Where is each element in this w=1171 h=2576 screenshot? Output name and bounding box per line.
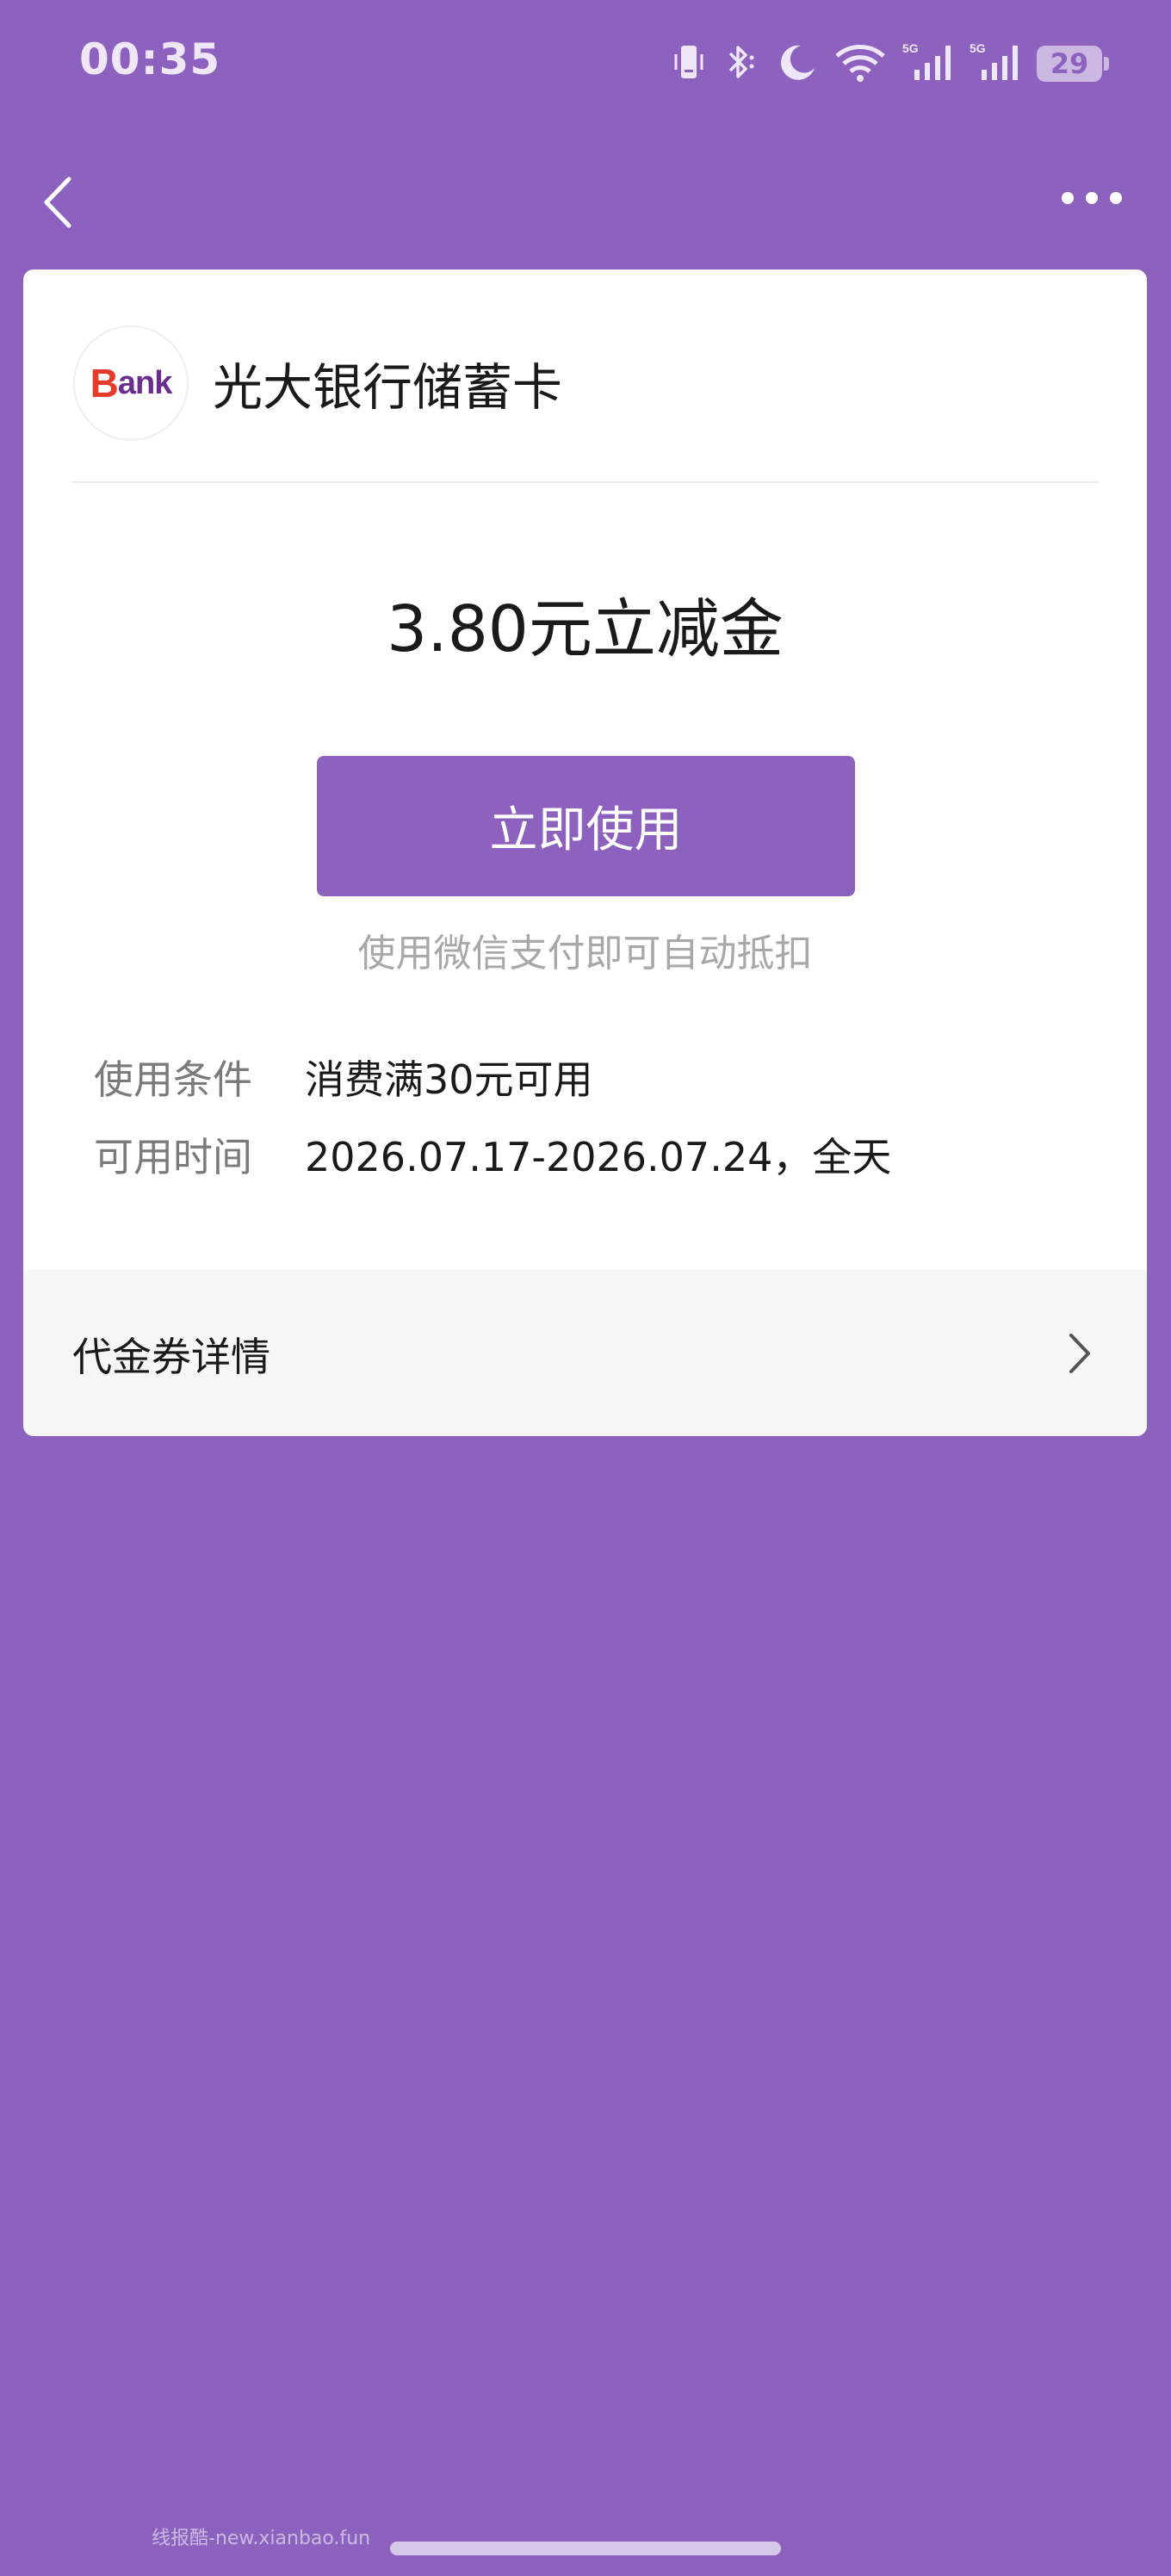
home-indicator[interactable]: [390, 2542, 781, 2555]
usage-condition-value: 消费满30元可用: [305, 1056, 593, 1103]
more-button[interactable]: [1057, 172, 1126, 224]
valid-time-value: 2026.07.17-2026.07.24，全天: [305, 1134, 892, 1180]
moon-icon: [775, 40, 818, 87]
signal-5g-label: 5G: [970, 41, 986, 55]
bank-logo-letter: B: [90, 361, 119, 406]
watermark: 线报酷-new.xianbao.fun: [152, 2528, 371, 2549]
chevron-left-icon: [44, 176, 71, 228]
vibrate-icon: [672, 40, 706, 87]
bluetooth-icon: [722, 40, 759, 87]
coupon-details-label: 代金券详情: [72, 1334, 270, 1380]
use-now-button[interactable]: 立即使用: [317, 756, 855, 896]
usage-condition-row: 使用条件 消费满30元可用: [94, 1049, 593, 1105]
status-icons: 5G 5G 29: [672, 38, 1109, 90]
more-dots-icon: [1062, 192, 1122, 204]
usage-condition-label: 使用条件: [94, 1056, 252, 1103]
coupon-details-row[interactable]: 代金券详情: [23, 1270, 1147, 1436]
bank-logo-text: ank: [117, 364, 172, 401]
signal-5g-icon: 5G: [970, 40, 1021, 87]
bank-logo: Bank: [73, 325, 189, 441]
divider: [71, 481, 1099, 483]
valid-time-row: 可用时间 2026.07.17-2026.07.24，全天: [94, 1126, 891, 1183]
signal-5g-label: 5G: [902, 41, 919, 55]
coupon-card: Bank 光大银行储蓄卡 3.80元立减金 立即使用 使用微信支付即可自动抵扣 …: [23, 269, 1147, 1436]
bank-name: 光大银行储蓄卡: [213, 358, 563, 417]
status-bar: 00:35 5G 5G 29: [0, 0, 1171, 129]
coupon-amount: 3.80元立减金: [387, 592, 784, 666]
payment-hint: 使用微信支付即可自动抵扣: [357, 932, 813, 975]
back-button[interactable]: [34, 172, 86, 232]
status-time: 00:35: [79, 34, 221, 84]
nav-bar: [0, 155, 1171, 241]
battery-indicator: 29: [1037, 46, 1109, 82]
signal-5g-icon: 5G: [902, 40, 954, 87]
valid-time-label: 可用时间: [94, 1134, 252, 1180]
wifi-icon: [833, 40, 887, 87]
card-header: Bank 光大银行储蓄卡: [23, 269, 1147, 483]
chevron-right-icon: [1069, 1334, 1090, 1373]
